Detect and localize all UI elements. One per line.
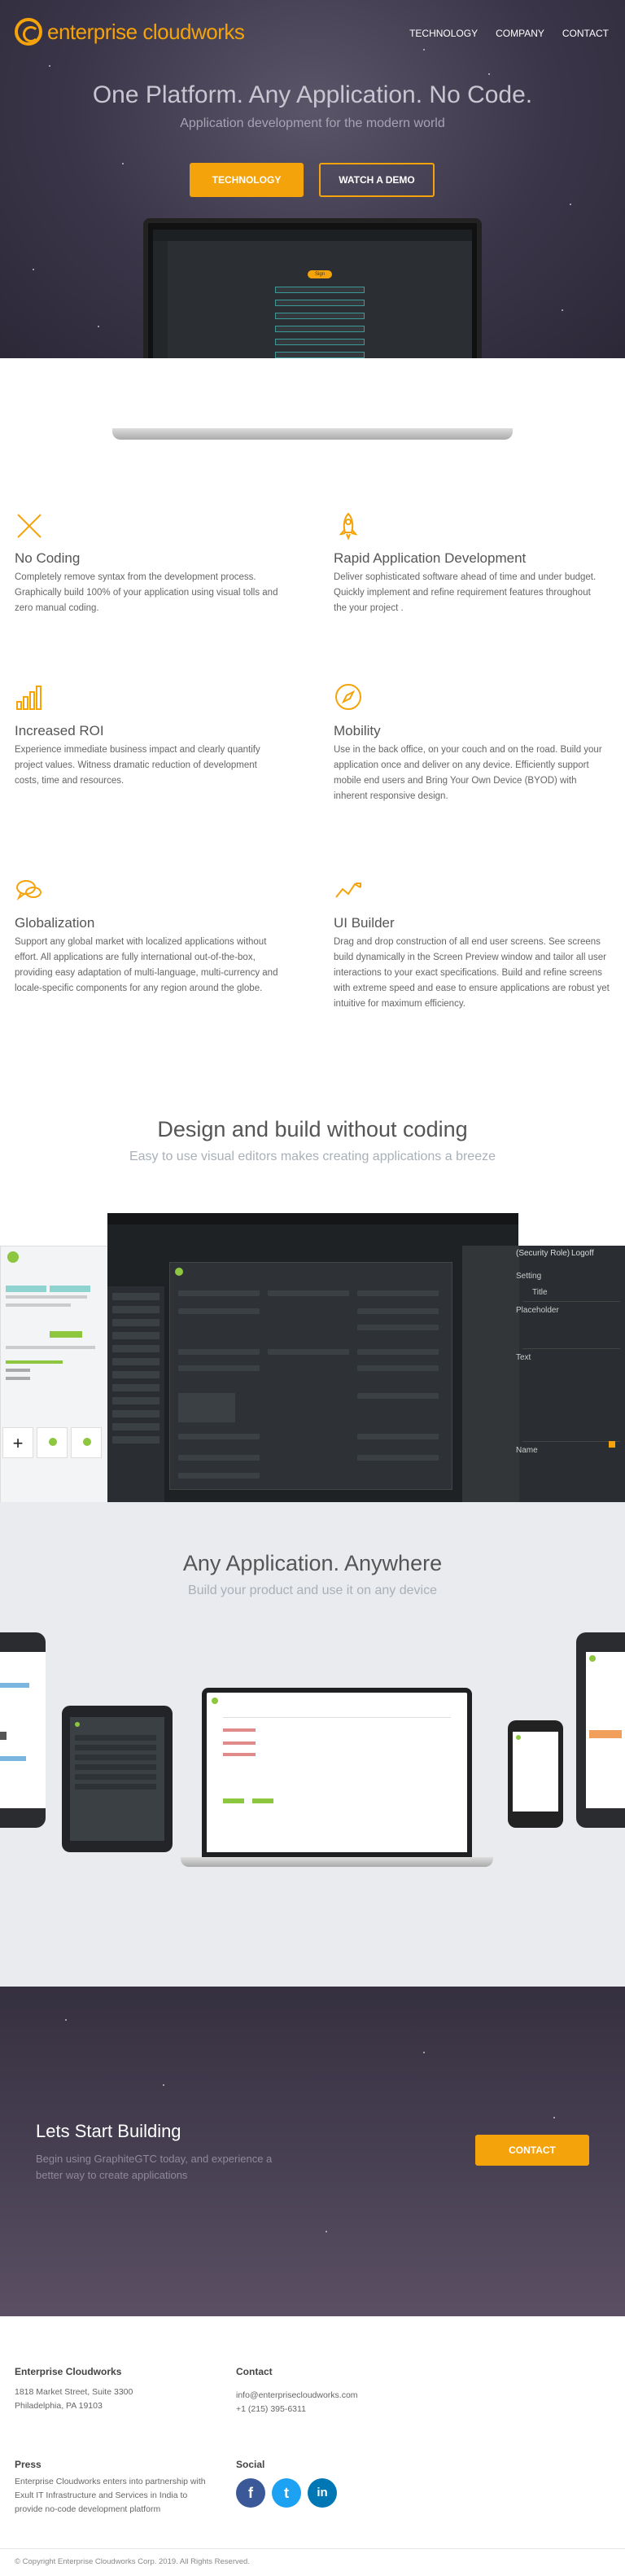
any-application-section: Any Application. Anywhere Build your pro… [0,1502,625,1987]
nav-technology[interactable]: TECHNOLOGY [409,28,478,39]
footer-press-heading: Press [15,2459,42,2470]
footer-address-line2: Philadelphia, PA 19103 [15,2401,103,2411]
cloudworks-logo-icon [15,18,42,46]
screen-sign-button: Sign [308,270,332,278]
phone-device [508,1720,563,1828]
bar-chart-icon [16,686,42,710]
linkedin-icon[interactable]: in [308,2478,337,2508]
cta-text: Begin using GraphiteGTC today, and exper… [36,2153,273,2181]
rocket-icon [339,512,358,541]
footer-social-heading: Social [236,2459,265,2470]
design-title: Design and build without coding [157,1117,468,1141]
footer-email[interactable]: info@enterprisecloudworks.com [236,2389,358,2403]
technology-button[interactable]: TECHNOLOGY [190,163,304,197]
chat-bubbles-icon [16,880,42,901]
trend-line-icon [335,883,361,898]
feature-text: Drag and drop construction of all end us… [334,937,610,1009]
nav-contact[interactable]: CONTACT [562,28,609,39]
editor-menu-item[interactable]: Setting [516,1272,541,1281]
left-tablet-device [0,1632,46,1828]
anyapp-subtitle: Build your product and use it on any dev… [188,1584,437,1597]
logoff-link[interactable]: Logoff [571,1249,594,1258]
right-tablet-device [576,1632,625,1828]
copyright: © Copyright Enterprise Cloudworks Corp. … [15,2557,250,2566]
cta-title: Lets Start Building [36,2121,181,2141]
editor-menu-item[interactable]: Text [516,1353,531,1362]
feature-title: Globalization [15,915,95,931]
anyapp-laptop-base [181,1857,493,1867]
compass-icon [335,684,361,710]
hero-title: One Platform. Any Application. No Code. [92,81,533,108]
brand-logo[interactable]: enterprise cloudworks [15,18,245,46]
add-screen-icon: + [2,1427,33,1458]
watch-demo-button[interactable]: WATCH A DEMO [319,163,435,197]
screen-list-panel: + [0,1246,114,1505]
security-role-label: (Security Role) [516,1249,570,1258]
feature-title: No Coding [15,550,81,566]
nav-company[interactable]: COMPANY [496,28,544,39]
anyapp-title: Any Application. Anywhere [182,1551,443,1575]
hero-laptop-base [112,428,513,440]
feature-text: Experience immediate business impact and… [15,745,260,786]
contact-button[interactable]: CONTACT [475,2135,589,2166]
feature-text: Support any global market with localized… [15,937,278,993]
design-subtitle: Easy to use visual editors makes creatin… [129,1150,496,1163]
feature-title: Mobility [334,723,381,738]
main-editor-panel [107,1213,518,1505]
properties-panel: (Security Role) Logoff Setting Title Pla… [462,1246,625,1505]
hero-subtitle: Application development for the modern w… [180,116,445,130]
hero-section: enterprise cloudworks TECHNOLOGY COMPANY… [0,0,625,358]
feature-title: Increased ROI [15,723,104,738]
footer-phone[interactable]: +1 (215) 395-6311 [236,2403,306,2416]
x-icon [17,514,42,538]
feature-title: UI Builder [334,915,395,931]
feature-text: Completely remove syntax from the develo… [15,572,278,613]
feature-title: Rapid Application Development [334,550,527,566]
feature-text: Use in the back office, on your couch an… [334,745,602,801]
footer-press-text[interactable]: Enterprise Cloudworks enters into partne… [15,2475,210,2517]
footer-address-line1: 1818 Market Street, Suite 3300 [15,2387,133,2397]
anyapp-laptop-screen [202,1688,472,1857]
brand-name: enterprise cloudworks [47,19,245,44]
editor-menu-item[interactable]: Placeholder [516,1306,559,1315]
footer-contact-heading: Contact [236,2366,273,2377]
footer-company-heading: Enterprise Cloudworks [15,2366,122,2377]
hero-laptop-screen: Sign [143,218,482,358]
tablet-device [62,1706,173,1852]
editor-menu-item[interactable]: Title [532,1288,548,1297]
cta-section: Lets Start Building Begin using Graphite… [0,1987,625,2316]
twitter-icon[interactable]: t [272,2478,301,2508]
facebook-icon[interactable]: f [236,2478,265,2508]
feature-text: Deliver sophisticated software ahead of … [334,572,597,613]
editor-menu-item[interactable]: Name [516,1446,538,1455]
main-nav: TECHNOLOGY COMPANY CONTACT [409,28,609,39]
